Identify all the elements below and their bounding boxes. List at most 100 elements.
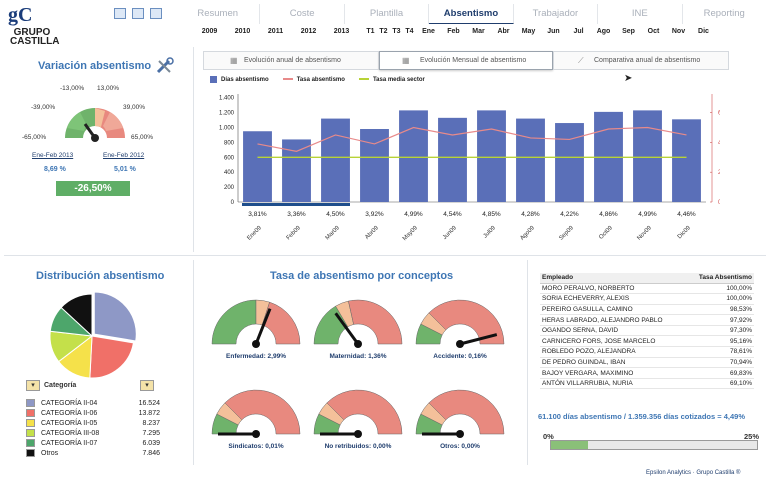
- period-11[interactable]: Mar: [466, 28, 491, 42]
- grid-icon[interactable]: [150, 8, 162, 19]
- color-swatch: [26, 429, 35, 437]
- period-8[interactable]: T4: [403, 28, 416, 42]
- absence-summary: 61.100 días absentismo / 1.359.356 días …: [538, 412, 745, 421]
- nav-tab-5[interactable]: INE: [598, 4, 683, 24]
- category-row[interactable]: CATEGORÍA III-08 7.295: [26, 428, 160, 438]
- bar-Jun09[interactable]: [438, 117, 467, 202]
- gauge-label: -13,00%: [60, 85, 85, 92]
- period-20[interactable]: Dic: [691, 28, 716, 42]
- footer: Epsilon Analytics · Grupo Castilla ®: [646, 470, 741, 476]
- y2-tick-label: 0%: [718, 200, 720, 206]
- period-b-link[interactable]: Ene-Feb 2012: [103, 152, 144, 159]
- x-tick-label: Sep09: [558, 225, 575, 242]
- nav-tab-4[interactable]: Trabajador: [514, 4, 599, 24]
- employee-rate: 97,30%: [685, 325, 754, 337]
- tools-icon[interactable]: [155, 57, 175, 75]
- monthly-absence-chart: 0 200 400 600 800 1.000 1.200 1.400 0% 2% 4% 6% 3,81…: [219, 94, 720, 242]
- category-row[interactable]: Otros 7.846: [26, 448, 160, 458]
- pie-slice[interactable]: [89, 335, 135, 379]
- table-icon[interactable]: [114, 8, 126, 19]
- selector-dropdown-icon[interactable]: ▾: [26, 380, 40, 391]
- category-row[interactable]: CATEGORÍA II-07 6.039: [26, 438, 160, 448]
- category-row[interactable]: CATEGORÍA II-06 13.872: [26, 408, 160, 418]
- table-row[interactable]: ANTÓN VILLARRUBIA, NURIA 69,10%: [540, 378, 754, 390]
- sort-dropdown-icon[interactable]: ▾: [140, 380, 154, 391]
- period-14[interactable]: Jun: [541, 28, 566, 42]
- period-2[interactable]: 2011: [259, 28, 292, 42]
- bar-label: 4,99%: [404, 211, 423, 218]
- y-tick-label: 200: [224, 185, 235, 191]
- period-0[interactable]: 2009: [193, 28, 226, 42]
- employee-name: BAJOY VERGARA, MAXIMINO: [540, 367, 686, 379]
- category-row[interactable]: CATEGORÍA II-05 8.237: [26, 418, 160, 428]
- employee-name: HERAS LABRADO, ALEJANDRO PABLO: [540, 314, 686, 326]
- period-12[interactable]: Abr: [491, 28, 516, 42]
- gauge-label: 13,00%: [97, 85, 120, 92]
- gauge-label: 39,00%: [123, 104, 146, 111]
- nav-tab-6[interactable]: Reporting: [683, 4, 766, 24]
- period-6[interactable]: T2: [377, 28, 390, 42]
- period-13[interactable]: May: [516, 28, 541, 42]
- category-name: CATEGORÍA II-04: [41, 399, 98, 407]
- table-row[interactable]: OGANDO SERNA, DAVID 97,30%: [540, 325, 754, 337]
- report-icon[interactable]: [132, 8, 144, 19]
- employee-rate: 100,00%: [685, 283, 754, 295]
- chart-scrollbar[interactable]: [242, 203, 350, 206]
- toolbar-icons: [114, 8, 162, 19]
- nav-tab-3[interactable]: Absentismo: [429, 4, 514, 24]
- bar-label: 4,85%: [482, 211, 501, 218]
- period-3[interactable]: 2012: [292, 28, 325, 42]
- y2-tick-label: 6%: [718, 111, 720, 117]
- bar-Ene09[interactable]: [243, 131, 272, 202]
- category-row[interactable]: CATEGORÍA II-04 16.524: [26, 398, 160, 408]
- color-swatch: [26, 399, 35, 407]
- y-tick-label: 1.000: [219, 126, 235, 132]
- period-a-link[interactable]: Ene-Feb 2013: [32, 152, 73, 159]
- table-row[interactable]: BAJOY VERGARA, MAXIMINO 69,83%: [540, 367, 754, 379]
- bar-Ago09[interactable]: [516, 118, 545, 202]
- table-row[interactable]: SORIA ECHEVERRY, ALEXIS 100,00%: [540, 293, 754, 305]
- bar-Mar09[interactable]: [321, 118, 350, 202]
- table-row[interactable]: ROBLEDO POZO, ALEJANDRA 78,61%: [540, 346, 754, 358]
- period-9[interactable]: Ene: [416, 28, 441, 42]
- pie-slice[interactable]: [93, 291, 137, 342]
- table-row[interactable]: HERAS LABRADO, ALEJANDRO PABLO 97,92%: [540, 314, 754, 326]
- table-row[interactable]: PEREIRO GASULLA, CAMINO 98,53%: [540, 304, 754, 316]
- employee-rate: 69,10%: [685, 378, 754, 390]
- bar-Sep09[interactable]: [555, 123, 584, 202]
- category-name: CATEGORÍA II-05: [41, 419, 98, 427]
- period-17[interactable]: Sep: [616, 28, 641, 42]
- period-1[interactable]: 2010: [226, 28, 259, 42]
- period-19[interactable]: Nov: [666, 28, 691, 42]
- table-row[interactable]: CARNICERO FORS, JOSE MARCELO 95,16%: [540, 335, 754, 348]
- table-row[interactable]: DE PEDRO GUINDAL, IBAN 70,94%: [540, 357, 754, 369]
- period-7[interactable]: T3: [390, 28, 403, 42]
- nav-tab-2[interactable]: Plantilla: [345, 4, 430, 24]
- bar-label: 4,54%: [443, 211, 462, 218]
- bar-Nov09[interactable]: [633, 110, 662, 202]
- concept-gauge-label: Sindicatos: 0,01%: [228, 443, 284, 450]
- period-16[interactable]: Ago: [591, 28, 616, 42]
- bar-May09[interactable]: [399, 110, 428, 202]
- y-tick-label: 400: [224, 170, 235, 176]
- bar-Dic09[interactable]: [672, 119, 701, 202]
- period-15[interactable]: Jul: [566, 28, 591, 42]
- period-10[interactable]: Feb: [441, 28, 466, 42]
- period-5[interactable]: T1: [364, 28, 377, 42]
- employee-name: MORO PERALVO, NORBERTO: [540, 283, 686, 295]
- employee-name: ANTÓN VILLARRUBIA, NURIA: [540, 378, 686, 390]
- nav-tab-1[interactable]: Coste: [260, 4, 345, 24]
- x-tick-label: Mar09: [325, 225, 342, 242]
- concept-gauge-label: Maternidad: 1,36%: [329, 353, 387, 360]
- mouse-cursor-icon: ➤: [624, 73, 633, 84]
- company-logo: gC GRUPO CASTILLA: [8, 4, 60, 47]
- bar-Jul09[interactable]: [477, 110, 506, 202]
- distribution-title: Distribución absentismo: [36, 270, 165, 282]
- category-label: Categoría: [44, 382, 77, 389]
- period-18[interactable]: Oct: [641, 28, 666, 42]
- period-4[interactable]: 2013: [325, 28, 358, 42]
- concept-gauge: [313, 389, 403, 438]
- nav-tab-0[interactable]: Resumen: [176, 4, 261, 24]
- table-row[interactable]: MORO PERALVO, NORBERTO 100,00%: [540, 283, 754, 295]
- bar-label: 4,50%: [326, 211, 345, 218]
